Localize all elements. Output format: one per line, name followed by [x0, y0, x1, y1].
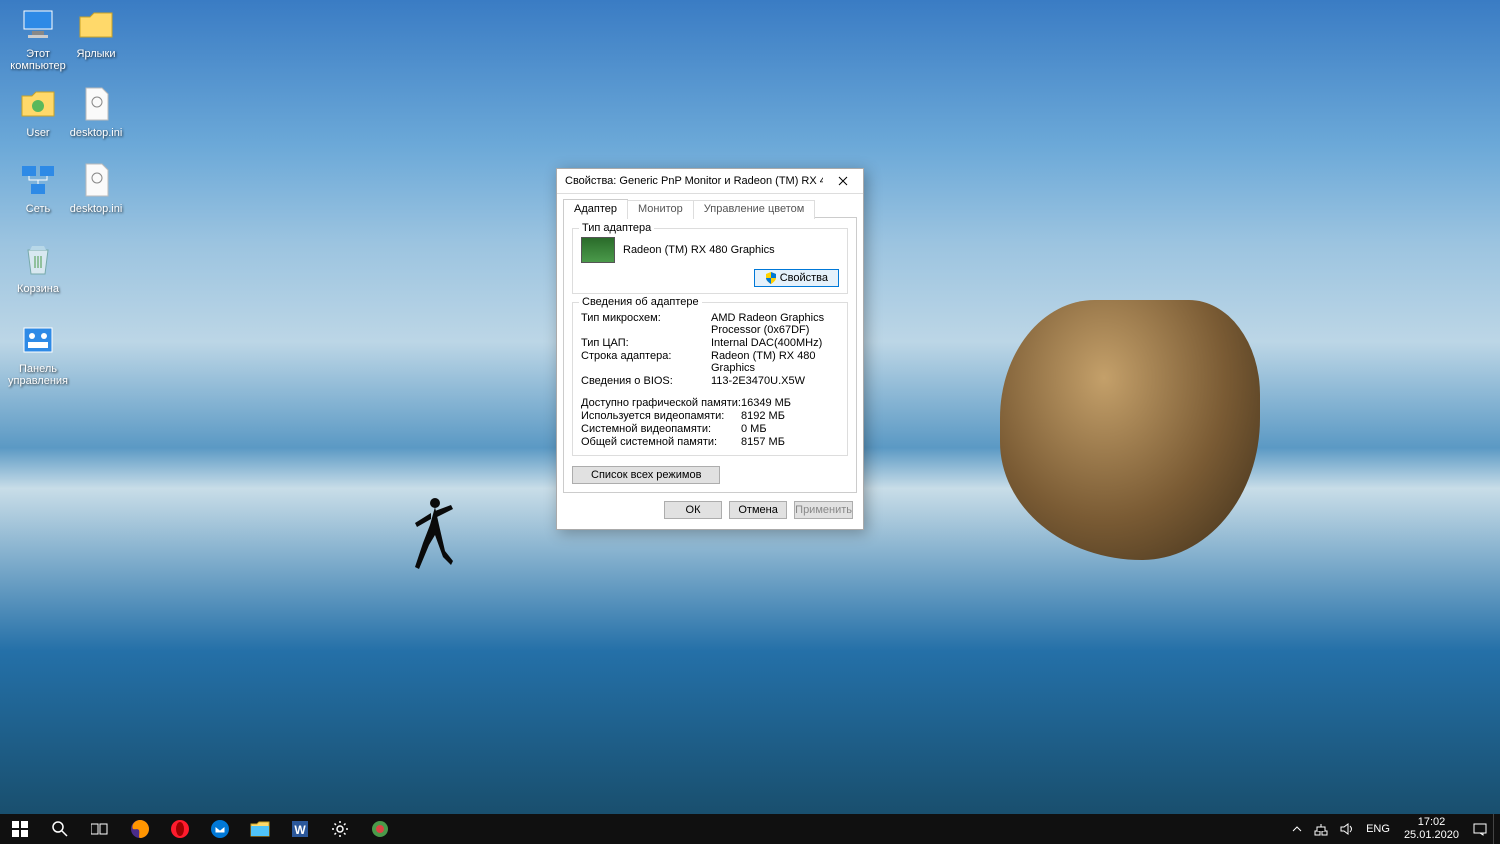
shared-mem-value: 8157 МБ: [741, 436, 839, 448]
clock-time: 17:02: [1404, 816, 1459, 829]
word-icon: W: [290, 819, 310, 839]
adapter-name: Radeon (TM) RX 480 Graphics: [623, 244, 775, 256]
icon-label: Ярлыки: [58, 48, 134, 60]
button-label: Свойства: [780, 272, 828, 284]
taskbar-app-explorer[interactable]: [240, 814, 280, 844]
avail-mem-value: 16349 МБ: [741, 397, 839, 409]
group-label: Тип адаптера: [579, 222, 654, 234]
tab-monitor[interactable]: Монитор: [627, 200, 694, 219]
sys-vid-mem-value: 0 МБ: [741, 423, 839, 435]
explorer-icon: [250, 820, 270, 838]
icon-label: Корзина: [0, 283, 76, 295]
taskbar-left: W: [0, 814, 400, 844]
dialog-title: Свойства: Generic PnP Monitor и Radeon (…: [565, 175, 823, 187]
list-all-modes-button[interactable]: Список всех режимов: [572, 466, 720, 484]
sys-vid-mem-label: Системной видеопамяти:: [581, 423, 741, 435]
tray-language-button[interactable]: ENG: [1360, 814, 1396, 844]
notification-icon: [1473, 822, 1487, 836]
adapter-string-label: Строка адаптера:: [581, 350, 711, 374]
tray-clock[interactable]: 17:02 25.01.2020: [1396, 816, 1467, 842]
desktop-icon-ini2[interactable]: desktop.ini: [58, 160, 134, 215]
dialog-tabs: Адаптер Монитор Управление цветом: [557, 194, 863, 217]
gear-icon: [331, 820, 349, 838]
control-panel-icon: [18, 320, 58, 360]
close-button[interactable]: [823, 169, 863, 193]
dac-type-label: Тип ЦАП:: [581, 337, 711, 349]
used-mem-value: 8192 МБ: [741, 410, 839, 422]
folder-icon: [18, 84, 58, 124]
chip-type-value: AMD Radeon Graphics Processor (0x67DF): [711, 312, 839, 336]
network-tray-icon: [1314, 822, 1328, 836]
desktop-icon-ini1[interactable]: desktop.ini: [58, 84, 134, 139]
computer-icon: [18, 5, 58, 45]
taskbar-app-settings[interactable]: [320, 814, 360, 844]
bios-info-label: Сведения о BIOS:: [581, 375, 711, 387]
adapter-info-group: Сведения об адаптере Тип микросхем:AMD R…: [572, 302, 848, 456]
uac-shield-icon: [765, 272, 777, 284]
tray-volume-button[interactable]: [1334, 814, 1360, 844]
svg-text:W: W: [294, 823, 306, 837]
dialog-titlebar[interactable]: Свойства: Generic PnP Monitor и Radeon (…: [557, 169, 863, 194]
search-button[interactable]: [40, 814, 80, 844]
taskbar-app-firefox[interactable]: [120, 814, 160, 844]
chip-type-label: Тип микросхем:: [581, 312, 711, 336]
taskbar-app-generic[interactable]: [360, 814, 400, 844]
task-view-icon: [91, 822, 109, 836]
clock-date: 25.01.2020: [1404, 829, 1459, 842]
search-icon: [52, 821, 68, 837]
taskbar-app-mail[interactable]: [200, 814, 240, 844]
icon-label: desktop.ini: [58, 203, 134, 215]
app-icon: [371, 820, 389, 838]
shared-mem-label: Общей системной памяти:: [581, 436, 741, 448]
avail-mem-label: Доступно графической памяти:: [581, 397, 741, 409]
tab-content: Тип адаптера Radeon (TM) RX 480 Graphics…: [563, 217, 857, 493]
network-icon: [18, 160, 58, 200]
opera-icon: [170, 819, 190, 839]
start-button[interactable]: [0, 814, 40, 844]
apply-button[interactable]: Применить: [794, 501, 853, 519]
mail-icon: [210, 819, 230, 839]
desktop-icon-recycle-bin[interactable]: Корзина: [0, 240, 76, 295]
close-icon: [838, 176, 848, 186]
group-label: Сведения об адаптере: [579, 296, 702, 308]
taskbar-app-word[interactable]: W: [280, 814, 320, 844]
file-icon: [76, 84, 116, 124]
file-icon: [76, 160, 116, 200]
wallpaper-runner: [405, 495, 455, 575]
dialog-buttons: ОК Отмена Применить: [557, 493, 863, 529]
tray-expand-button[interactable]: [1286, 814, 1308, 844]
desktop-icon-control-panel[interactable]: Панель управления: [0, 320, 76, 387]
windows-icon: [12, 821, 28, 837]
desktop[interactable]: Этот компьютер User Сеть Корзина Панель …: [0, 0, 1500, 814]
ok-button[interactable]: ОК: [664, 501, 722, 519]
task-view-button[interactable]: [80, 814, 120, 844]
adapter-type-group: Тип адаптера Radeon (TM) RX 480 Graphics…: [572, 228, 848, 294]
dac-type-value: Internal DAC(400MHz): [711, 337, 839, 349]
desktop-icon-shortcuts[interactable]: Ярлыки: [58, 5, 134, 60]
tab-adapter[interactable]: Адаптер: [563, 199, 628, 218]
firefox-icon: [130, 819, 150, 839]
taskbar: W ENG 17:02 25.01.2020: [0, 814, 1500, 844]
adapter-string-value: Radeon (TM) RX 480 Graphics: [711, 350, 839, 374]
tab-color-management[interactable]: Управление цветом: [693, 200, 816, 219]
volume-icon: [1340, 822, 1354, 836]
folder-icon: [76, 5, 116, 45]
language-indicator: ENG: [1366, 823, 1390, 835]
tray-network-button[interactable]: [1308, 814, 1334, 844]
recycle-bin-icon: [18, 240, 58, 280]
chevron-up-icon: [1292, 824, 1302, 834]
used-mem-label: Используется видеопамяти:: [581, 410, 741, 422]
wallpaper-rock: [1000, 300, 1260, 560]
icon-label: Панель управления: [0, 363, 76, 387]
icon-label: desktop.ini: [58, 127, 134, 139]
tray-notifications-button[interactable]: [1467, 814, 1493, 844]
show-desktop-button[interactable]: [1493, 814, 1500, 844]
bios-info-value: 113-2E3470U.X5W: [711, 375, 839, 387]
display-adapter-properties-dialog: Свойства: Generic PnP Monitor и Radeon (…: [556, 168, 864, 530]
cancel-button[interactable]: Отмена: [729, 501, 787, 519]
adapter-properties-button[interactable]: Свойства: [754, 269, 839, 287]
taskbar-right: ENG 17:02 25.01.2020: [1286, 814, 1500, 844]
video-card-icon: [581, 237, 615, 263]
taskbar-app-opera[interactable]: [160, 814, 200, 844]
